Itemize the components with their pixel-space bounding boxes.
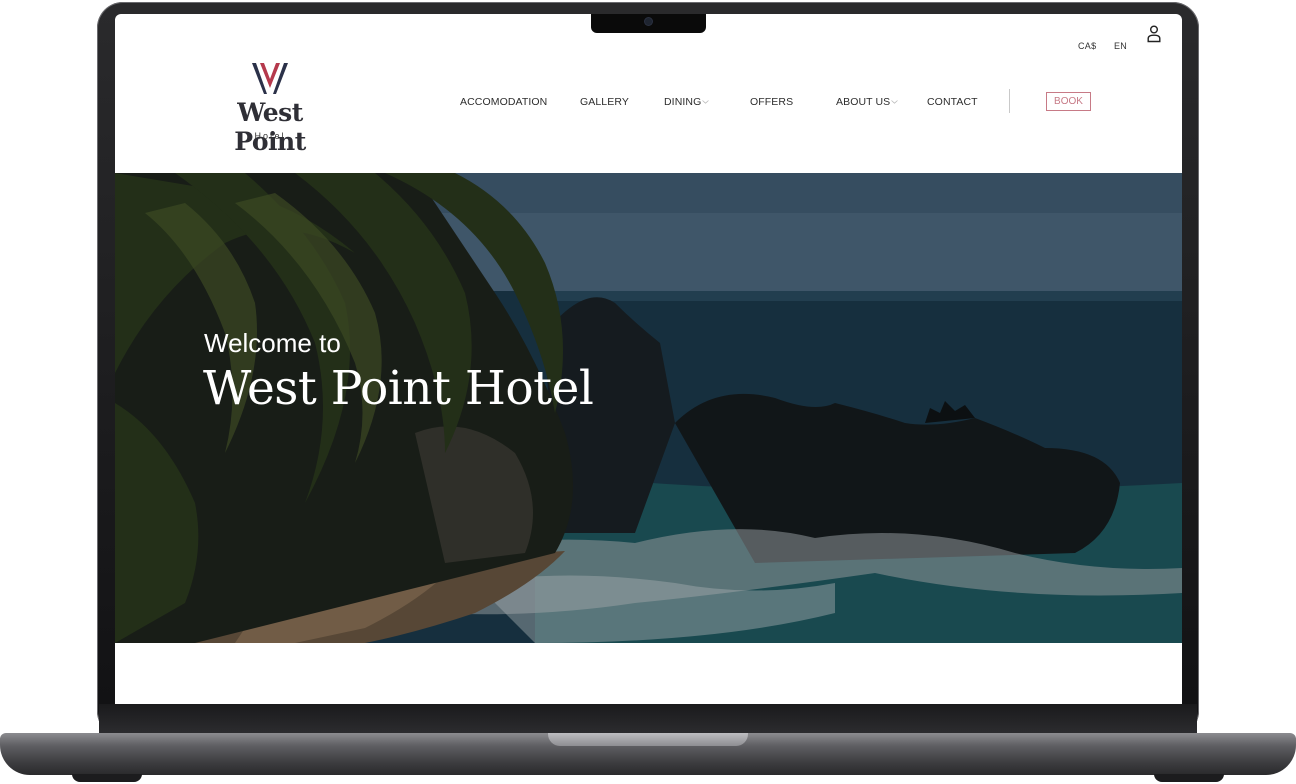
hero-banner: Welcome to West Point Hotel xyxy=(115,173,1182,643)
hero-title: West Point Hotel xyxy=(203,361,594,416)
logo-mark[interactable] xyxy=(251,62,289,96)
laptop-foot-left xyxy=(72,774,142,782)
nav-gallery[interactable]: GALLERY xyxy=(580,96,629,108)
laptop-bezel xyxy=(99,704,1197,734)
nav-contact[interactable]: CONTACT xyxy=(927,96,978,108)
brand-name[interactable]: West Point xyxy=(204,98,336,156)
laptop-foot-right xyxy=(1154,774,1224,782)
brand-subtitle: Hotel xyxy=(254,131,286,141)
nav-divider xyxy=(1009,89,1010,113)
chevron-down-icon xyxy=(891,100,899,104)
nav-dining-label: DINING xyxy=(664,96,702,108)
user-icon[interactable] xyxy=(1147,25,1161,43)
language-selector[interactable]: EN xyxy=(1114,41,1127,51)
laptop-opening-notch xyxy=(548,733,748,746)
hero-welcome-text: Welcome to xyxy=(204,328,341,358)
book-button[interactable]: BOOK xyxy=(1046,92,1091,111)
browser-viewport: CA$ EN West Point Hotel ACCOMODATION GAL… xyxy=(115,14,1182,704)
nav-about-us-label: ABOUT US xyxy=(836,96,891,108)
nav-about-us[interactable]: ABOUT US xyxy=(836,96,899,108)
chevron-down-icon xyxy=(702,100,710,104)
nav-accomodation[interactable]: ACCOMODATION xyxy=(460,96,547,108)
nav-dining[interactable]: DINING xyxy=(664,96,710,108)
currency-selector[interactable]: CA$ xyxy=(1078,41,1096,51)
camera-icon xyxy=(645,18,652,25)
nav-offers[interactable]: OFFERS xyxy=(750,96,793,108)
